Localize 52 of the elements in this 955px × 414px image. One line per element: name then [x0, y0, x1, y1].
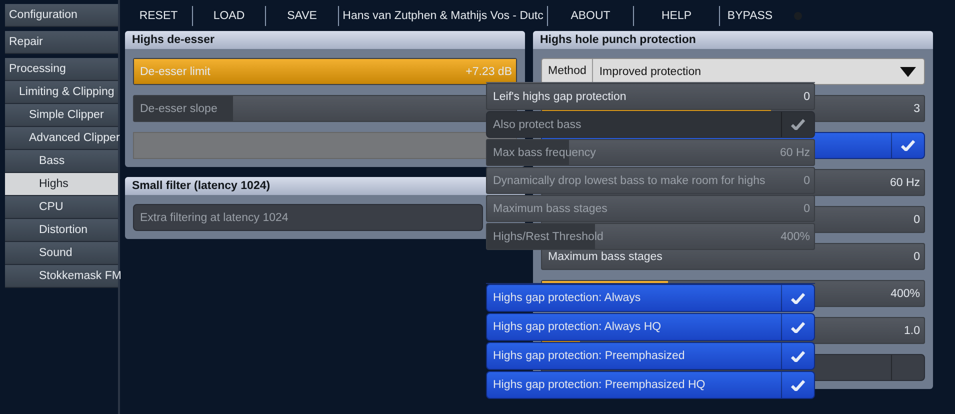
slider-label: Maximum bass stages: [548, 250, 662, 262]
sidebar-item[interactable]: Highs: [5, 173, 118, 196]
menu-item[interactable]: BYPASS: [720, 6, 780, 26]
menu-item[interactable]: SAVE: [266, 6, 338, 26]
slider-label: Dynamically drop lowest bass to make room for highs: [493, 174, 766, 186]
slider-value: 3: [914, 102, 920, 114]
slider-value: 0: [914, 250, 920, 262]
checkbox-row[interactable]: Highs gap protection: Preemphasized HQ: [486, 371, 815, 399]
sidebar-item[interactable]: Repair: [5, 31, 118, 54]
slider-value: 60 Hz: [780, 146, 810, 158]
slider-label: Highs/Rest Threshold: [493, 230, 604, 242]
slider-value: 0: [804, 202, 810, 214]
sidebar-item[interactable]: Sound: [5, 242, 118, 265]
slider-value: 0: [804, 174, 810, 186]
menu-item[interactable]: RESET: [125, 6, 192, 26]
sidebar-item[interactable]: CPU: [5, 196, 118, 219]
method-dropdown[interactable]: Method Improved protection: [541, 58, 925, 85]
panel-title: Highs de-esser: [125, 31, 525, 49]
slider-value: 0: [914, 214, 920, 226]
slider-value: 400%: [890, 288, 920, 300]
menu-item[interactable]: HELP: [634, 6, 719, 26]
panel-title: Highs hole punch protection: [533, 31, 933, 49]
menu-item[interactable]: ABOUT: [548, 6, 633, 26]
sidebar-item[interactable]: Distortion: [5, 219, 118, 242]
checkbox-row[interactable]: Highs gap protection: Preemphasized: [486, 342, 815, 370]
slider-value: 60 Hz: [890, 176, 920, 188]
sidebar-item[interactable]: Configuration: [5, 4, 118, 27]
slider[interactable]: Leif's highs gap protection 0: [486, 83, 815, 110]
sidebar-item[interactable]: Limiting & Clipping: [5, 81, 118, 104]
checkbox-row[interactable]: Highs gap protection: Always HQ: [486, 313, 815, 341]
slider-value: 0: [804, 90, 810, 102]
sidebar-item[interactable]: Bass: [5, 150, 118, 173]
slider-label: Max bass frequency: [493, 146, 596, 158]
sidebar-item[interactable]: Processing: [5, 58, 118, 81]
checkbox-label: Highs gap protection: Always HQ: [492, 321, 662, 333]
sidebar-item[interactable]: Simple Clipper: [5, 104, 118, 127]
slider-value: 1.0: [904, 324, 920, 336]
checkbox-label: Highs gap protection: Preemphasized: [492, 350, 686, 362]
checkbox-label: Extra filtering at latency 1024: [139, 212, 290, 224]
sidebar-item[interactable]: Stokkemask FM: [5, 265, 118, 288]
menu-item[interactable]: LOAD: [193, 6, 265, 26]
slider-label: Maximum bass stages: [493, 202, 608, 214]
slider-label: De-esser limit: [140, 66, 210, 78]
slider-label: De-esser slope: [140, 102, 218, 114]
checkbox-row[interactable]: Highs gap protection: Always: [486, 284, 815, 312]
checkbox-label: Highs gap protection: Always: [492, 292, 642, 304]
checkbox-label: Highs gap protection: Preemphasized HQ: [492, 379, 706, 391]
slider-value: 400%: [780, 230, 810, 242]
sidebar-item[interactable]: Advanced Clipper: [5, 127, 118, 150]
dropdown-value: Improved protection: [598, 66, 702, 78]
slider-value: +7.23 dB: [466, 66, 512, 78]
menu-item[interactable]: Hans van Zutphen & Mathijs Vos - Dutc: [339, 6, 547, 26]
